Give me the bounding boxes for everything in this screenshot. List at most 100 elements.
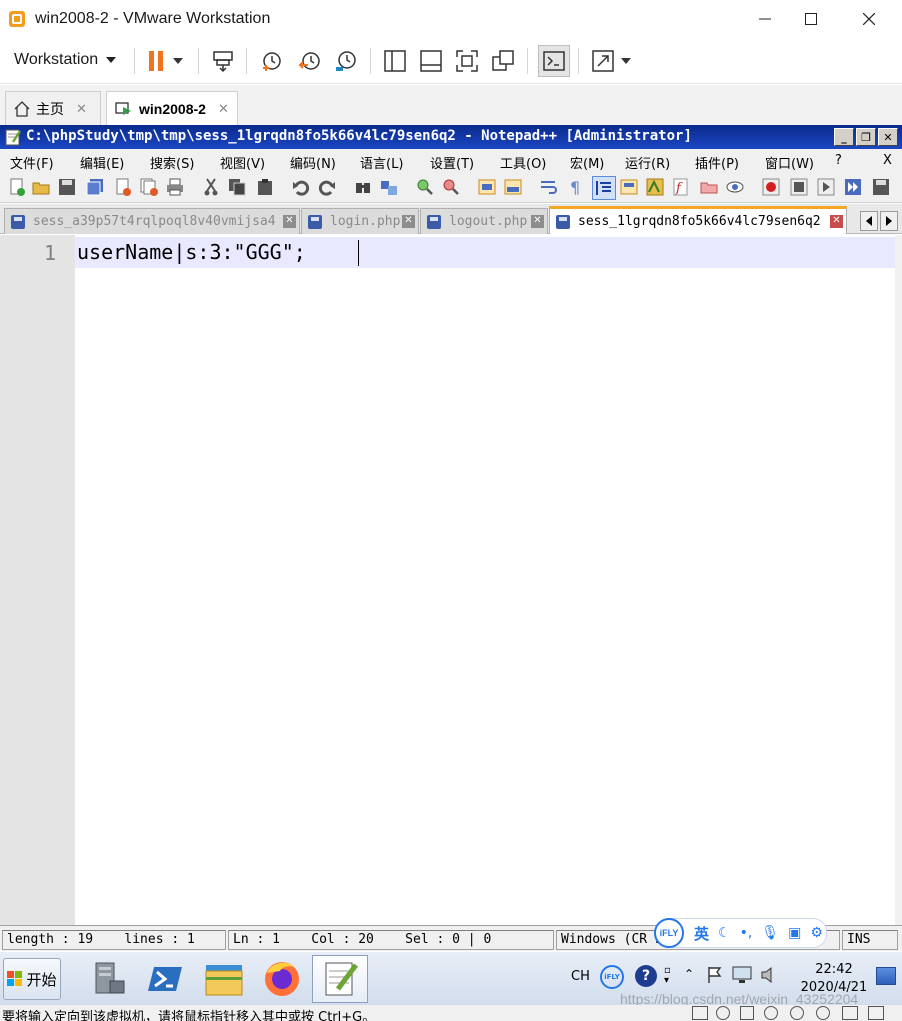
- cut-icon[interactable]: [202, 178, 220, 196]
- menu-search[interactable]: 搜索(S): [150, 153, 194, 172]
- show-all-chars-icon[interactable]: ¶: [566, 178, 584, 197]
- show-desktop-button[interactable]: [876, 967, 896, 985]
- language-define-icon[interactable]: [620, 178, 638, 196]
- taskbar-explorer[interactable]: [196, 955, 252, 1003]
- send-ctrl-alt-del-button[interactable]: [209, 47, 237, 75]
- zoom-out-icon[interactable]: [442, 178, 460, 196]
- menu-encoding[interactable]: 编码(N): [290, 153, 336, 172]
- action-center-flag-icon[interactable]: [706, 966, 724, 988]
- file-tab-login-php[interactable]: login.php ✕: [301, 208, 419, 234]
- replace-icon[interactable]: [380, 178, 398, 196]
- close-tab-icon[interactable]: ✕: [283, 215, 296, 228]
- clipboard-icon[interactable]: ▣: [788, 925, 801, 941]
- ime-options-icon[interactable]: ▫ ▾: [664, 966, 671, 986]
- tab-scroll-left-button[interactable]: [860, 211, 878, 231]
- moon-icon[interactable]: ☾: [718, 925, 731, 941]
- notepad-minimize-button[interactable]: _: [834, 128, 854, 146]
- start-button[interactable]: 开始: [3, 958, 61, 1000]
- close-tab-icon[interactable]: ✕: [218, 101, 229, 117]
- help-icon[interactable]: ?: [635, 965, 657, 987]
- pause-button[interactable]: [142, 47, 170, 75]
- close-tab-icon[interactable]: ✕: [830, 215, 843, 228]
- close-button[interactable]: [846, 0, 892, 38]
- message-log-icon[interactable]: [868, 1006, 884, 1020]
- microphone-icon[interactable]: 🎙: [761, 925, 779, 941]
- editor-area[interactable]: [0, 235, 902, 925]
- network-adapter-device-icon[interactable]: [740, 1006, 754, 1020]
- menu-language[interactable]: 语言(L): [360, 153, 403, 172]
- punctuation-icon[interactable]: •,: [740, 925, 753, 941]
- hard-disk-device-icon[interactable]: [692, 1006, 708, 1020]
- notepad-close-button[interactable]: ✕: [878, 128, 898, 146]
- stop-macro-icon[interactable]: [790, 178, 808, 196]
- ifly-tray-icon[interactable]: iFLY: [600, 965, 624, 989]
- usb-device-icon[interactable]: [764, 1006, 778, 1020]
- close-tab-icon[interactable]: ✕: [402, 215, 415, 228]
- document-map-icon[interactable]: [646, 178, 664, 196]
- menu-view[interactable]: 视图(V): [220, 153, 265, 172]
- gear-icon[interactable]: ⚙: [810, 925, 823, 941]
- menu-plugins[interactable]: 插件(P): [695, 153, 739, 172]
- ime-language-toggle[interactable]: 英: [694, 923, 709, 944]
- tab-scroll-right-button[interactable]: [880, 211, 898, 231]
- display-device-icon[interactable]: [842, 1006, 858, 1020]
- menu-settings[interactable]: 设置(T): [430, 153, 474, 172]
- new-file-icon[interactable]: [8, 178, 26, 196]
- full-screen-button[interactable]: [453, 47, 481, 75]
- run-macro-multiple-icon[interactable]: [844, 178, 862, 196]
- show-library-button[interactable]: [381, 47, 409, 75]
- close-tab-icon[interactable]: ✕: [531, 215, 544, 228]
- workstation-menu-button[interactable]: Workstation: [14, 51, 117, 69]
- close-all-icon[interactable]: [140, 178, 158, 196]
- console-view-button[interactable]: [538, 45, 570, 77]
- network-monitor-icon[interactable]: [732, 966, 752, 988]
- menu-run[interactable]: 运行(R): [625, 153, 670, 172]
- input-language-indicator[interactable]: CH: [571, 969, 590, 984]
- taskbar-firefox[interactable]: [254, 955, 310, 1003]
- save-icon[interactable]: [58, 178, 76, 196]
- close-tab-icon[interactable]: ✕: [76, 101, 87, 117]
- notepad-restore-button[interactable]: ❐: [856, 128, 876, 146]
- tab-win2008-2[interactable]: win2008-2 ✕: [106, 91, 238, 125]
- close-document-x[interactable]: X: [883, 153, 892, 168]
- unity-button[interactable]: [489, 47, 517, 75]
- pause-dropdown-button[interactable]: [168, 47, 188, 75]
- sync-vertical-icon[interactable]: [478, 178, 496, 196]
- taskbar-server-manager[interactable]: [80, 955, 136, 1003]
- tab-home[interactable]: 主页 ✕: [5, 91, 101, 125]
- find-icon[interactable]: [354, 178, 372, 196]
- function-list-icon[interactable]: f: [672, 178, 690, 196]
- play-macro-icon[interactable]: [817, 178, 835, 196]
- status-insert-mode[interactable]: INS: [842, 930, 898, 950]
- file-tab-logout-php[interactable]: logout.php ✕: [420, 208, 548, 234]
- show-thumbnail-bar-button[interactable]: [417, 47, 445, 75]
- paste-icon[interactable]: [256, 178, 274, 196]
- menu-macro[interactable]: 宏(M): [570, 153, 604, 172]
- maximize-button[interactable]: [788, 0, 834, 38]
- snapshot-button[interactable]: [258, 47, 286, 75]
- close-file-icon[interactable]: [114, 178, 132, 196]
- save-all-icon[interactable]: [86, 178, 104, 196]
- print-icon[interactable]: [166, 178, 184, 196]
- bluetooth-device-icon[interactable]: [816, 1006, 830, 1020]
- menu-window[interactable]: 窗口(W): [765, 153, 814, 172]
- open-file-icon[interactable]: [32, 178, 50, 196]
- stretch-guest-button[interactable]: [589, 47, 617, 75]
- indent-guide-icon[interactable]: [592, 176, 616, 200]
- copy-icon[interactable]: [228, 178, 246, 196]
- menu-file[interactable]: 文件(F): [10, 153, 54, 172]
- ime-logo[interactable]: iFLY: [654, 918, 684, 948]
- word-wrap-icon[interactable]: [540, 178, 558, 196]
- zoom-in-icon[interactable]: [416, 178, 434, 196]
- file-tab-sess-1lgrqdn8[interactable]: sess_1lgrqdn8fo5k66v4lc79sen6q2 ✕: [549, 206, 847, 234]
- folder-workspace-icon[interactable]: [700, 178, 718, 196]
- menu-tools[interactable]: 工具(O): [500, 153, 546, 172]
- redo-icon[interactable]: [318, 178, 336, 196]
- menu-edit[interactable]: 编辑(E): [80, 153, 124, 172]
- snapshot-manager-button[interactable]: [332, 47, 360, 75]
- record-macro-icon[interactable]: [762, 178, 780, 196]
- volume-speaker-icon[interactable]: [760, 966, 778, 988]
- code-line[interactable]: userName|s:3:"GGG";: [77, 240, 306, 264]
- sync-horizontal-icon[interactable]: [504, 178, 522, 196]
- undo-icon[interactable]: [292, 178, 310, 196]
